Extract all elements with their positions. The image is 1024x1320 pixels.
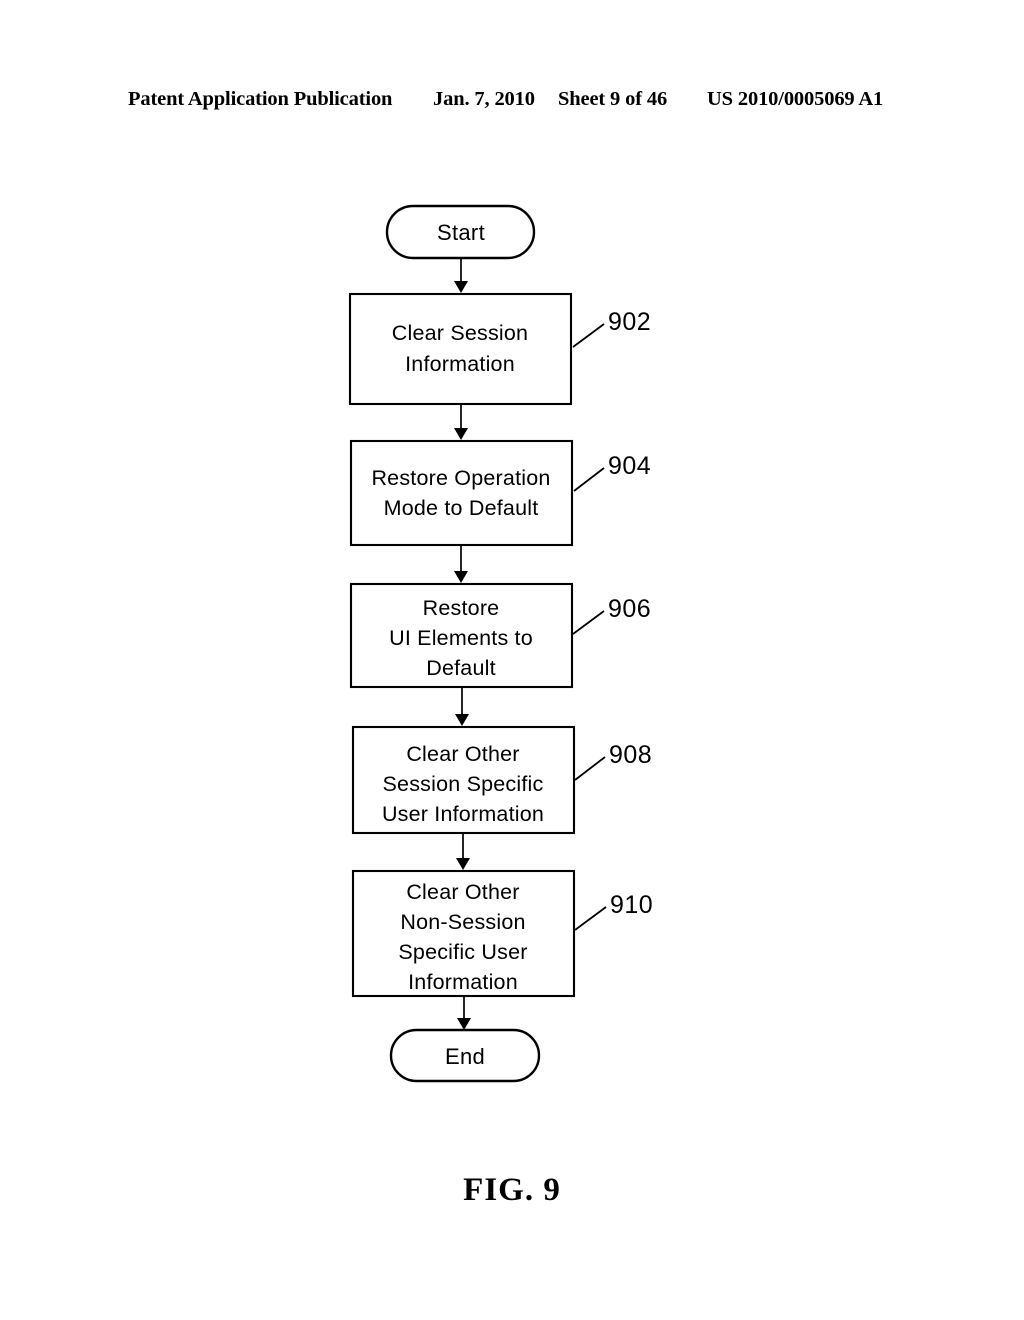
flow-node-910-line-1: Non-Session bbox=[400, 910, 525, 934]
flow-node-908: Clear Other Session Specific User Inform… bbox=[351, 725, 652, 835]
flow-node-904: Restore Operation Mode to Default 904 bbox=[349, 439, 651, 547]
connector-start-to-902 bbox=[454, 258, 468, 293]
connector-906-to-908 bbox=[455, 687, 469, 726]
ref-numeral-904: 904 bbox=[608, 452, 651, 480]
flow-node-904-line-1: Mode to Default bbox=[384, 496, 539, 520]
flow-node-906-line-0: Restore bbox=[423, 596, 500, 620]
ref-numeral-908: 908 bbox=[609, 741, 652, 769]
flow-node-start: Start bbox=[385, 204, 536, 260]
connector-904-to-906 bbox=[454, 545, 468, 583]
flow-node-start-label: Start bbox=[437, 220, 485, 245]
flow-node-902-line-0: Clear Session bbox=[392, 321, 528, 345]
flow-node-910: Clear Other Non-Session Specific User In… bbox=[351, 869, 653, 998]
ref-numeral-906: 906 bbox=[608, 595, 651, 623]
flow-node-910-line-0: Clear Other bbox=[406, 880, 519, 904]
figure-caption: FIG. 9 bbox=[463, 1172, 561, 1208]
flowchart-figure: Start Clear Session Information 902 Rest… bbox=[348, 204, 653, 1083]
connector-902-to-904 bbox=[454, 404, 468, 440]
flow-node-906: Restore UI Elements to Default 906 bbox=[349, 582, 651, 689]
flow-node-end-label: End bbox=[445, 1044, 485, 1069]
flow-node-908-line-0: Clear Other bbox=[406, 742, 519, 766]
flow-node-902-line-1: Information bbox=[405, 352, 515, 376]
connector-910-to-end bbox=[457, 996, 471, 1030]
ref-numeral-902: 902 bbox=[608, 308, 651, 336]
flow-node-910-line-3: Information bbox=[408, 970, 518, 994]
flow-node-908-line-1: Session Specific bbox=[383, 772, 544, 796]
flow-node-906-line-2: Default bbox=[426, 656, 496, 680]
flow-node-end: End bbox=[389, 1028, 541, 1083]
ref-numeral-910: 910 bbox=[610, 891, 653, 919]
connector-908-to-910 bbox=[456, 833, 470, 870]
flow-node-910-line-2: Specific User bbox=[398, 940, 527, 964]
flow-node-906-line-1: UI Elements to bbox=[389, 626, 533, 650]
flow-node-904-line-0: Restore Operation bbox=[371, 466, 550, 490]
flow-node-902: Clear Session Information 902 bbox=[348, 292, 651, 406]
flow-node-908-line-2: User Information bbox=[382, 802, 544, 826]
